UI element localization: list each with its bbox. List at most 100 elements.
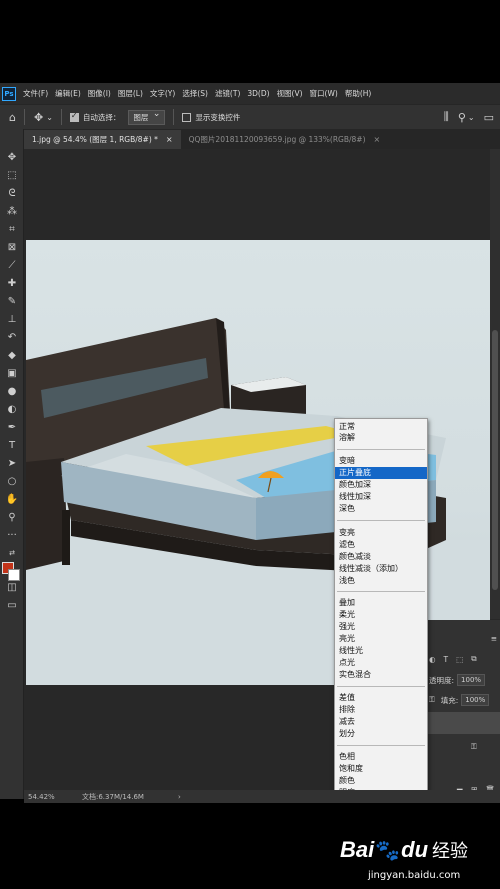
menu-select[interactable]: 选择(S) bbox=[182, 88, 208, 99]
chevron-down-icon[interactable]: ⌄ bbox=[46, 113, 53, 122]
blend-subtract[interactable]: 减去 bbox=[335, 716, 427, 728]
fill-field[interactable]: 100% bbox=[461, 694, 490, 706]
panel-menu-icon[interactable]: ≡ bbox=[425, 634, 500, 643]
brush-icon[interactable]: ✎ bbox=[4, 295, 20, 309]
dodge-icon[interactable]: ◐ bbox=[4, 403, 20, 417]
blur-icon[interactable]: ● bbox=[4, 385, 20, 399]
tab-document-1[interactable]: 1.jpg @ 54.4% (图层 1, RGB/8#) * × bbox=[24, 130, 181, 149]
blend-linear-dodge[interactable]: 线性减淡（添加） bbox=[335, 563, 427, 575]
menu-layer[interactable]: 图层(L) bbox=[118, 88, 143, 99]
separator bbox=[23, 109, 25, 125]
shape-icon[interactable]: ○ bbox=[4, 475, 20, 489]
zoom-level[interactable]: 54.42% bbox=[28, 793, 78, 801]
home-icon[interactable]: ⌂ bbox=[9, 111, 16, 124]
menu-type[interactable]: 文字(Y) bbox=[150, 88, 175, 99]
move-tool-icon[interactable]: ✥ bbox=[34, 111, 43, 124]
menu-window[interactable]: 窗口(W) bbox=[310, 88, 338, 99]
filter-shape-icon[interactable]: ⬚ bbox=[456, 655, 463, 664]
chevron-down-icon[interactable]: ⌄ bbox=[468, 113, 475, 122]
chevron-right-icon[interactable]: › bbox=[178, 793, 181, 801]
menu-file[interactable]: 文件(F) bbox=[23, 88, 48, 99]
blend-overlay[interactable]: 叠加 bbox=[335, 597, 427, 609]
watermark-brand-2: du bbox=[401, 837, 429, 862]
blend-linear-burn[interactable]: 线性加深 bbox=[335, 491, 427, 503]
blend-hue[interactable]: 色相 bbox=[335, 751, 427, 763]
blend-screen[interactable]: 滤色 bbox=[335, 539, 427, 551]
fill-row: ⚿ 填充: 100% bbox=[425, 694, 500, 706]
show-transform-checkbox[interactable] bbox=[182, 112, 192, 122]
auto-select-label: 自动选择： bbox=[82, 112, 121, 122]
blend-vivid-light[interactable]: 亮光 bbox=[335, 633, 427, 645]
healing-icon[interactable]: ✚ bbox=[4, 277, 20, 291]
blend-linear-light[interactable]: 线性光 bbox=[335, 645, 427, 657]
more-icon[interactable]: ··· bbox=[4, 529, 20, 543]
eyedropper-icon[interactable]: ⟋ bbox=[4, 259, 20, 273]
menu-separator bbox=[337, 686, 425, 687]
menu-separator bbox=[337, 449, 425, 450]
blend-lighten[interactable]: 变亮 bbox=[335, 527, 427, 539]
blend-dissolve[interactable]: 溶解 bbox=[335, 432, 427, 444]
stamp-icon[interactable]: ⊥ bbox=[4, 313, 20, 327]
auto-select-checkbox[interactable] bbox=[69, 111, 79, 122]
gradient-icon[interactable]: ▣ bbox=[4, 367, 20, 381]
search-icon[interactable]: ⚲ bbox=[458, 111, 466, 124]
baidu-watermark: Bai 🐾 du 经验 bbox=[340, 830, 468, 870]
close-icon[interactable]: × bbox=[374, 135, 381, 144]
filter-smart-icon[interactable]: ⧉ bbox=[471, 654, 476, 664]
background-color-swatch[interactable] bbox=[8, 569, 20, 581]
zoom-icon[interactable]: ⚲ bbox=[4, 511, 20, 525]
lock-icon[interactable]: ⚿ bbox=[429, 695, 435, 705]
swap-colors-icon[interactable]: ⇄ bbox=[4, 546, 20, 560]
workspace-icon[interactable]: ▭ bbox=[484, 111, 494, 124]
filter-adjust-icon[interactable]: ◐ bbox=[429, 655, 436, 664]
blend-lighter-color[interactable]: 浅色 bbox=[335, 575, 427, 587]
align-icon[interactable]: ⫼ bbox=[444, 110, 449, 124]
type-icon[interactable]: T bbox=[4, 439, 20, 453]
blend-exclusion[interactable]: 排除 bbox=[335, 704, 427, 716]
blend-divide[interactable]: 划分 bbox=[335, 728, 427, 740]
blend-color-dodge[interactable]: 颜色减淡 bbox=[335, 551, 427, 563]
blend-soft-light[interactable]: 柔光 bbox=[335, 609, 427, 621]
move-icon[interactable]: ✥ bbox=[4, 151, 20, 165]
pen-icon[interactable]: ✒ bbox=[4, 421, 20, 435]
eraser-icon[interactable]: ◆ bbox=[4, 349, 20, 363]
close-icon[interactable]: × bbox=[166, 135, 173, 144]
crop-icon[interactable]: ⌗ bbox=[4, 223, 20, 237]
magic-wand-icon[interactable]: ⁂ bbox=[4, 205, 20, 219]
menu-3d[interactable]: 3D(D) bbox=[247, 89, 269, 98]
blend-color-burn[interactable]: 颜色加深 bbox=[335, 479, 427, 491]
opacity-field[interactable]: 100% bbox=[457, 674, 486, 686]
history-brush-icon[interactable]: ↶ bbox=[4, 331, 20, 345]
filter-type-icon[interactable]: T bbox=[444, 655, 449, 664]
blend-darken[interactable]: 变暗 bbox=[335, 455, 427, 467]
menu-view[interactable]: 视图(V) bbox=[277, 88, 303, 99]
blend-hard-mix[interactable]: 实色混合 bbox=[335, 669, 427, 681]
tab-document-2[interactable]: QQ图片20181120093659.jpg @ 133%(RGB/8#) × bbox=[181, 130, 389, 149]
options-bar: ⌂ ✥ ⌄ 自动选择： 图层 显示变换控件 ⫼ ⚲ ⌄ ▭ bbox=[0, 104, 500, 129]
lasso-icon[interactable]: ᘓ bbox=[4, 187, 20, 201]
menu-help[interactable]: 帮助(H) bbox=[345, 88, 372, 99]
blend-difference[interactable]: 差值 bbox=[335, 692, 427, 704]
marquee-icon[interactable]: ⬚ bbox=[4, 169, 20, 183]
photoshop-logo: Ps bbox=[2, 86, 16, 101]
blend-color[interactable]: 颜色 bbox=[335, 775, 427, 787]
hand-icon[interactable]: ✋ bbox=[4, 493, 20, 507]
auto-select-target-dropdown[interactable]: 图层 bbox=[128, 108, 166, 125]
paw-icon: 🐾 bbox=[375, 838, 401, 862]
menu-edit[interactable]: 编辑(E) bbox=[55, 88, 81, 99]
scrollbar-thumb[interactable] bbox=[492, 330, 498, 590]
watermark-suffix: 经验 bbox=[432, 841, 469, 862]
blend-saturation[interactable]: 饱和度 bbox=[335, 763, 427, 775]
screen-mode-icon[interactable]: ▭ bbox=[4, 599, 20, 613]
blend-darker-color[interactable]: 深色 bbox=[335, 503, 427, 515]
layer-row[interactable]: ⚿ bbox=[425, 736, 500, 758]
menu-filter[interactable]: 滤镜(T) bbox=[215, 88, 240, 99]
blend-hard-light[interactable]: 强光 bbox=[335, 621, 427, 633]
layer-row-selected[interactable] bbox=[425, 712, 500, 734]
frame-icon[interactable]: ⊠ bbox=[4, 241, 20, 255]
blend-multiply[interactable]: 正片叠底 bbox=[335, 467, 427, 479]
path-select-icon[interactable]: ➤ bbox=[4, 457, 20, 471]
menu-image[interactable]: 图像(I) bbox=[88, 88, 111, 99]
quick-mask-icon[interactable]: ◫ bbox=[4, 581, 20, 595]
blend-pin-light[interactable]: 点光 bbox=[335, 657, 427, 669]
